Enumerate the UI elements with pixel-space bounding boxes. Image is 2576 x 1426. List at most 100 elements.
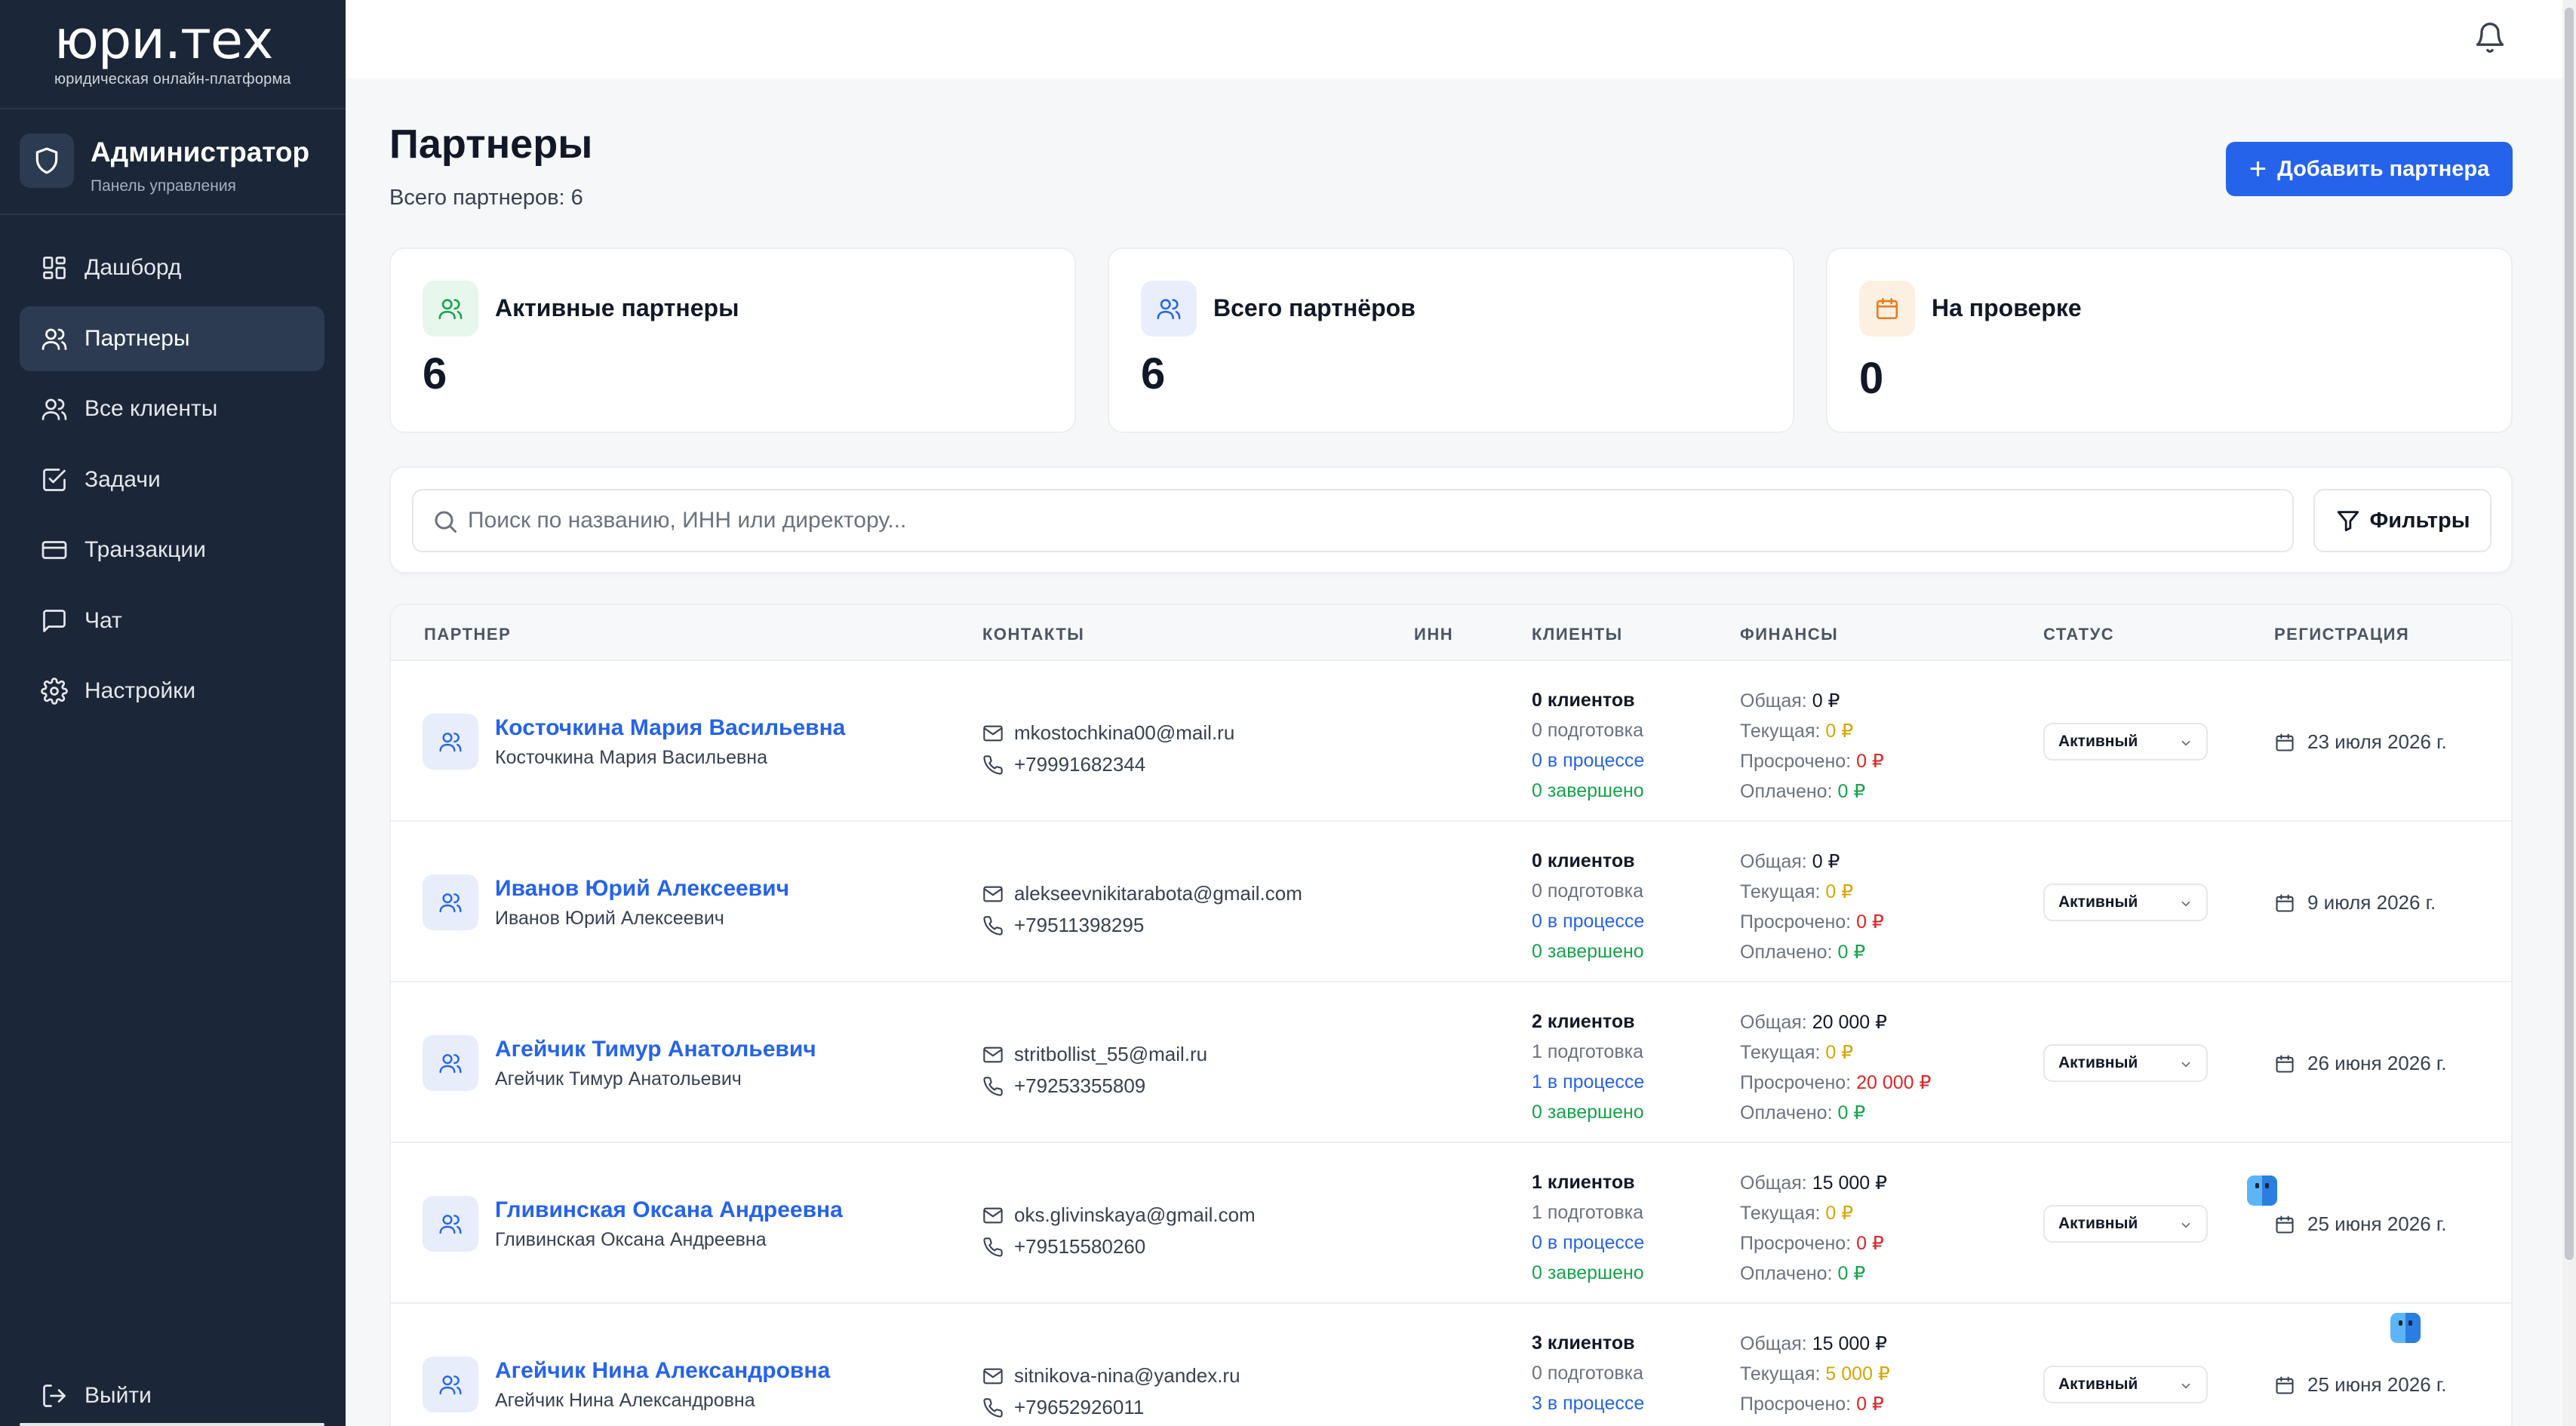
clients-preparation: 0 подготовка: [1532, 720, 1643, 741]
users-icon: [41, 398, 67, 420]
phone-icon: [983, 1076, 1003, 1096]
add-partner-button[interactable]: + Добавить партнера: [2226, 142, 2513, 196]
sidebar-item-label: Партнеры: [85, 325, 190, 351]
column-header-registration[interactable]: РЕГИСТРАЦИЯ: [2274, 625, 2409, 644]
sidebar-scroll-indicator: [20, 1423, 324, 1426]
search-input[interactable]: [468, 490, 2279, 551]
sidebar-item-clients[interactable]: Все клиенты: [20, 376, 324, 441]
status-value: Активный: [2058, 893, 2138, 911]
contact-phone: +79515580260: [982, 1235, 1145, 1259]
stat-value: 6: [1141, 349, 1166, 398]
registration-text: 9 июля 2026 г.: [2307, 891, 2436, 914]
table-row[interactable]: Агейчик Тимур Анатольевич Агейчик Тимур …: [391, 982, 2511, 1143]
partner-director: Агейчик Тимур Анатольевич: [495, 1068, 742, 1089]
filters-button[interactable]: Фильтры: [2313, 489, 2491, 552]
logout-label: Выйти: [85, 1383, 152, 1408]
stat-label: Всего партнёров: [1213, 294, 1416, 321]
phone-text: +79511398295: [1014, 914, 1145, 936]
contact-phone: +79652926011: [982, 1396, 1144, 1419]
clients-completed: 0 завершено: [1532, 780, 1644, 801]
sidebar-item-dashboard[interactable]: Дашборд: [20, 235, 324, 300]
finance-overdue: Просрочено: 0 ₽: [1740, 911, 1884, 933]
admin-panel-header: Администратор Панель управления: [0, 109, 346, 215]
partner-name-link[interactable]: Иванов Юрий Алексеевич: [495, 876, 789, 902]
finance-paid: Оплачено: 0 ₽: [1740, 942, 1866, 963]
stat-card-total: Всего партнёров 6: [1108, 247, 1794, 433]
finance-overdue: Просрочено: 20 000 ₽: [1740, 1072, 1932, 1093]
partner-name-link[interactable]: Агейчик Тимур Анатольевич: [495, 1037, 816, 1062]
clients-total: 0 клиентов: [1532, 850, 1635, 871]
stat-value: 0: [1859, 354, 1884, 403]
scrollbar-thumb[interactable]: [2565, 8, 2574, 1260]
status-value: Активный: [2058, 1215, 2138, 1232]
chevron-down-icon: [2181, 1222, 2190, 1228]
sidebar-item-settings[interactable]: Настройки: [20, 659, 324, 724]
finder-icon[interactable]: [2390, 1313, 2421, 1343]
partners-count: Всего партнеров: 6: [389, 186, 583, 210]
logout-button[interactable]: Выйти: [20, 1366, 324, 1426]
status-select[interactable]: Активный: [2043, 1366, 2208, 1403]
column-header-finances[interactable]: ФИНАНСЫ: [1740, 625, 1838, 644]
sidebar-item-transactions[interactable]: Транзакции: [20, 518, 324, 582]
filter-icon: [2337, 511, 2359, 532]
status-select[interactable]: Активный: [2043, 1044, 2208, 1082]
chevron-down-icon: [2181, 1383, 2190, 1389]
sidebar-item-tasks[interactable]: Задачи: [20, 447, 324, 512]
clients-completed: 0 завершено: [1532, 1102, 1644, 1123]
search-bar: Фильтры: [389, 466, 2513, 573]
users-icon: [423, 1196, 478, 1252]
sidebar-item-partners[interactable]: Партнеры: [20, 306, 324, 371]
column-header-inn[interactable]: ИНН: [1414, 625, 1453, 644]
table-row[interactable]: Иванов Юрий Алексеевич Иванов Юрий Алекс…: [391, 822, 2511, 982]
column-header-contacts[interactable]: КОНТАКТЫ: [982, 625, 1084, 644]
table-row[interactable]: Косточкина Мария Васильевна Косточкина М…: [391, 661, 2511, 822]
users-icon: [1141, 281, 1197, 337]
dashboard-icon: [43, 257, 66, 279]
phone-text: +79253355809: [1014, 1074, 1146, 1097]
table-row[interactable]: Гливинская Оксана Андреевна Гливинская О…: [391, 1143, 2511, 1304]
partners-table: ПАРТНЕР КОНТАКТЫ ИНН КЛИЕНТЫ ФИНАНСЫ СТА…: [389, 604, 2513, 1426]
status-select[interactable]: Активный: [2043, 723, 2208, 761]
stat-label: На проверке: [1932, 294, 2082, 321]
search-field[interactable]: [412, 489, 2294, 552]
finder-icon[interactable]: [2247, 1176, 2277, 1206]
partner-name-link[interactable]: Гливинская Оксана Андреевна: [495, 1197, 843, 1223]
email-text: oks.glivinskaya@gmail.com: [1014, 1203, 1256, 1226]
mail-icon: [983, 886, 1003, 902]
column-header-status[interactable]: СТАТУС: [2043, 625, 2114, 644]
email-text: alekseevnikitarabota@gmail.com: [1014, 882, 1302, 905]
phone-text: +79991682344: [1014, 753, 1146, 776]
contact-phone: +79511398295: [982, 914, 1144, 937]
sidebar-item-label: Настройки: [85, 678, 196, 703]
shield-icon: [20, 134, 74, 188]
partner-name-link[interactable]: Агейчик Нина Александровна: [495, 1358, 830, 1384]
role-title: Администратор: [91, 137, 310, 167]
partner-director: Агейчик Нина Александровна: [495, 1390, 755, 1411]
partner-name-link[interactable]: Косточкина Мария Васильевна: [495, 715, 845, 741]
clients-in-process: 3 в процессе: [1532, 1393, 1645, 1414]
chat-icon: [43, 609, 66, 632]
filters-label: Фильтры: [2369, 508, 2470, 533]
add-partner-label: Добавить партнера: [2277, 156, 2490, 181]
sidebar-item-label: Дашборд: [85, 255, 182, 280]
column-header-partner[interactable]: ПАРТНЕР: [424, 625, 511, 644]
registration-date: 25 июня 2026 г.: [2274, 1212, 2446, 1236]
plus-icon: +: [2249, 152, 2267, 186]
status-select[interactable]: Активный: [2043, 1205, 2208, 1243]
contact-email: alekseevnikitarabota@gmail.com: [982, 882, 1302, 905]
bell-icon[interactable]: [2473, 21, 2507, 54]
status-select[interactable]: Активный: [2043, 884, 2208, 921]
page-title: Партнеры: [389, 121, 593, 167]
logo[interactable]: юри.тех: [54, 12, 346, 68]
table-row[interactable]: Агейчик Нина Александровна Агейчик Нина …: [391, 1304, 2511, 1426]
clients-completed: 0 завершено: [1532, 1262, 1644, 1283]
column-header-clients[interactable]: КЛИЕНТЫ: [1532, 625, 1623, 644]
status-value: Активный: [2058, 1375, 2138, 1393]
finance-total: Общая: 20 000 ₽: [1740, 1012, 1888, 1033]
mail-icon: [983, 1046, 1003, 1062]
phone-icon: [983, 915, 1003, 936]
sidebar-item-chat[interactable]: Чат: [20, 589, 324, 653]
page-scrollbar[interactable]: [2562, 0, 2576, 1426]
contact-email: oks.glivinskaya@gmail.com: [982, 1203, 1256, 1227]
sidebar-nav: Дашборд Партнеры Все клиенты Задачи Тран…: [20, 235, 324, 730]
